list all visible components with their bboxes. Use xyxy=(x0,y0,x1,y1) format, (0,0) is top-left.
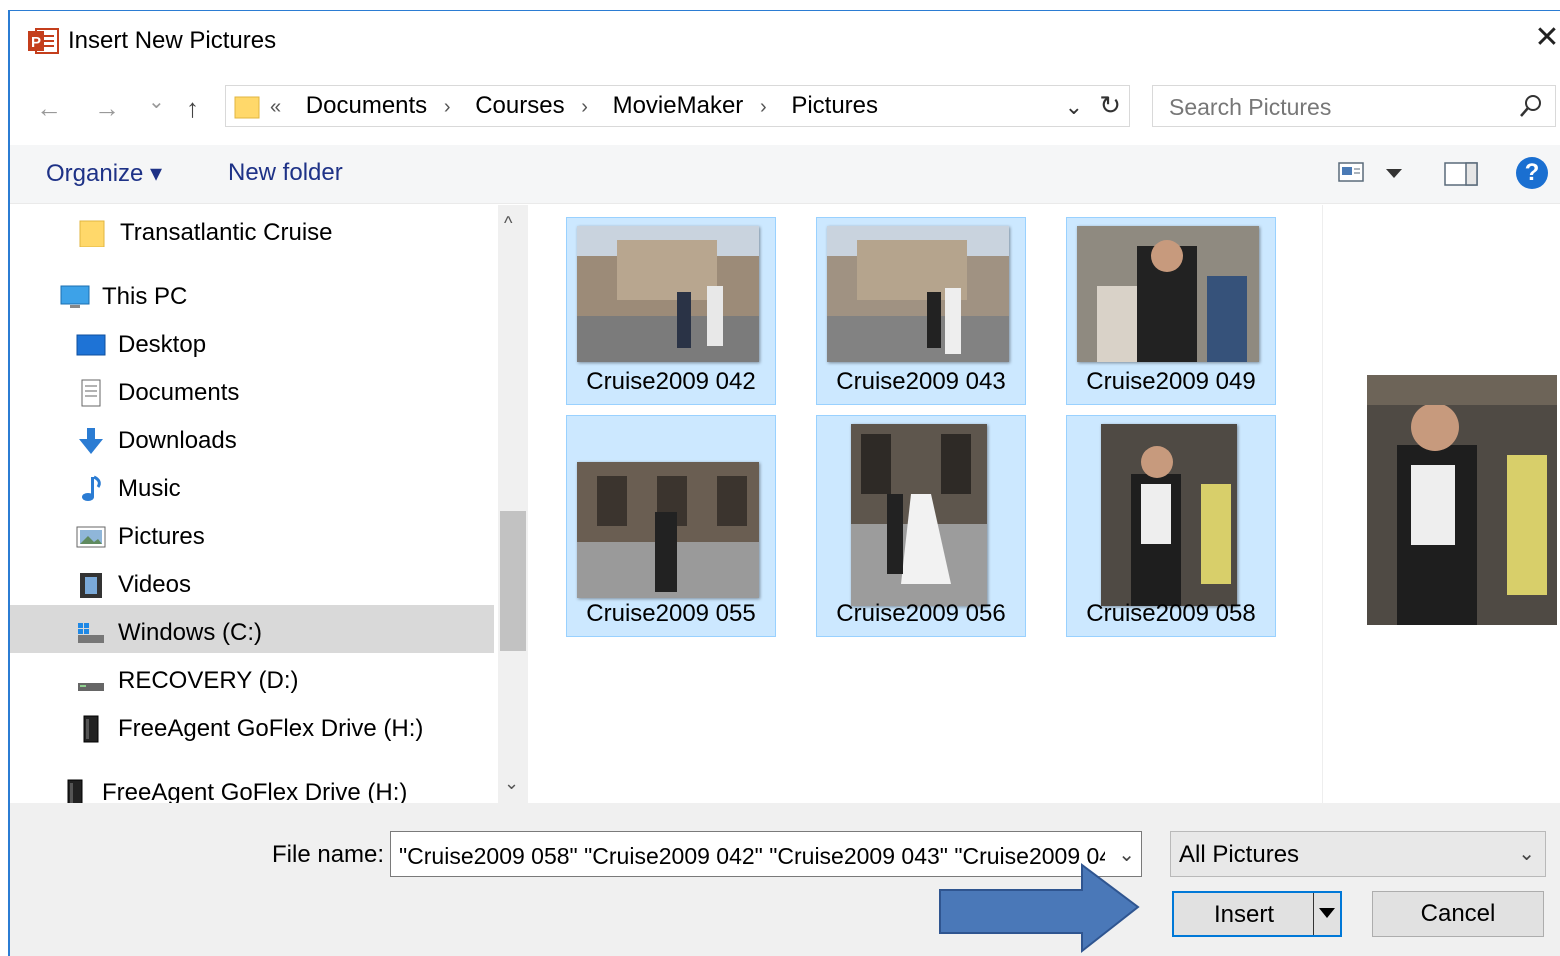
chevron-down-icon[interactable]: ⌄ xyxy=(1518,841,1535,866)
scroll-down-icon[interactable]: ⌄ xyxy=(504,773,519,794)
drive-c-icon xyxy=(78,623,104,643)
music-icon xyxy=(82,475,101,501)
file-tile-cruise2009-043[interactable]: Cruise2009 043 xyxy=(816,217,1026,405)
file-type-value: All Pictures xyxy=(1179,841,1300,868)
photo-thumbnail xyxy=(577,462,759,598)
preview-pane xyxy=(1322,205,1560,803)
computer-icon xyxy=(60,285,90,308)
title-bar: P Insert New Pictures ✕ xyxy=(10,11,1560,71)
insert-button[interactable]: Insert xyxy=(1172,891,1342,937)
file-tile-cruise2009-056[interactable]: Cruise2009 056 xyxy=(816,415,1026,637)
file-list: Cruise2009 042 Cruise2009 043 Cruise2009… xyxy=(532,205,1320,803)
folder-icon xyxy=(79,220,105,247)
chevron-right-icon[interactable]: › xyxy=(760,96,767,118)
forward-arrow-icon[interactable]: → xyxy=(94,93,120,124)
photo-thumbnail xyxy=(577,226,759,362)
sidebar-item-label: Music xyxy=(118,475,181,502)
navigation-pane: Transatlantic Cruise This PC Desktop Doc… xyxy=(10,205,498,803)
caret-down-icon xyxy=(1319,908,1335,918)
file-name-bar: File name: ⌄ All Pictures ⌄ Insert Cance… xyxy=(10,803,1560,956)
navigation-scrollbar[interactable]: ^ ⌄ xyxy=(498,205,528,803)
sidebar-item-label: This PC xyxy=(102,283,188,310)
sidebar-item-label: Downloads xyxy=(118,427,237,454)
chevron-down-icon[interactable]: ⌄ xyxy=(1065,94,1083,120)
file-type-filter[interactable]: All Pictures ⌄ xyxy=(1170,831,1546,877)
file-name-label: Cruise2009 049 xyxy=(1086,368,1256,395)
svg-text:P: P xyxy=(31,34,41,51)
photo-thumbnail xyxy=(1077,226,1259,362)
drive-d-icon xyxy=(78,683,104,691)
recent-locations-icon[interactable]: ⌄ xyxy=(148,89,165,114)
file-name-label: Cruise2009 055 xyxy=(586,600,756,627)
chevron-right-icon[interactable]: › xyxy=(444,96,451,118)
help-icon[interactable]: ? xyxy=(1516,157,1548,189)
sidebar-item-label: Videos xyxy=(118,571,191,598)
cancel-button[interactable]: Cancel xyxy=(1372,891,1544,937)
command-toolbar: Organize ▾ New folder ? xyxy=(10,145,1560,204)
external-drive-icon xyxy=(67,779,83,803)
file-name-label: Cruise2009 043 xyxy=(836,368,1006,395)
preview-pane-icon[interactable] xyxy=(1444,161,1478,187)
breadcrumb-pictures[interactable]: Pictures xyxy=(791,92,878,119)
downloads-icon xyxy=(79,428,103,454)
dialog-title: Insert New Pictures xyxy=(68,27,277,54)
powerpoint-icon: P xyxy=(28,28,59,54)
videos-icon xyxy=(80,573,102,598)
documents-icon xyxy=(81,379,101,407)
search-input[interactable] xyxy=(1167,92,1501,122)
refresh-icon[interactable]: ↻ xyxy=(1099,90,1121,121)
back-arrow-icon[interactable]: ← xyxy=(36,93,62,124)
sidebar-item-label: FreeAgent GoFlex Drive (H:) xyxy=(102,779,408,803)
sidebar-item-label: Windows (C:) xyxy=(118,619,263,646)
preview-image xyxy=(1367,375,1557,625)
overflow-chevron-icon[interactable]: « xyxy=(270,96,281,118)
new-folder-button[interactable]: New folder xyxy=(228,159,343,187)
photo-thumbnail xyxy=(827,226,1009,362)
sidebar-item-label: Desktop xyxy=(118,331,207,358)
photo-thumbnail xyxy=(851,424,987,606)
breadcrumb: « Documents › Courses › MovieMaker › Pic… xyxy=(270,92,888,120)
file-name-label: File name: xyxy=(272,841,385,868)
sidebar-item-label: Transatlantic Cruise xyxy=(120,219,333,246)
sidebar-item-label: FreeAgent GoFlex Drive (H:) xyxy=(118,715,424,742)
sidebar-item-label: Documents xyxy=(118,379,240,406)
insert-pictures-dialog: P Insert New Pictures ✕ ← → ⌄ ↑ « Docume… xyxy=(8,10,1560,956)
file-name-label: Cruise2009 042 xyxy=(586,368,756,395)
change-view-icon[interactable] xyxy=(1338,161,1366,185)
pictures-icon xyxy=(76,526,106,548)
organize-button[interactable]: Organize ▾ xyxy=(46,159,162,188)
scroll-up-icon[interactable]: ^ xyxy=(504,213,512,234)
sidebar-item-label: RECOVERY (D:) xyxy=(118,667,299,694)
chevron-right-icon[interactable]: › xyxy=(581,96,588,118)
insert-button-label: Insert xyxy=(1213,901,1275,928)
search-box[interactable] xyxy=(1152,85,1556,127)
file-name-label: Cruise2009 056 xyxy=(836,600,1006,627)
address-bar[interactable]: « Documents › Courses › MovieMaker › Pic… xyxy=(225,85,1130,127)
folder-icon xyxy=(234,96,260,119)
annotation-arrow-icon xyxy=(939,863,1140,954)
file-tile-cruise2009-058[interactable]: Cruise2009 058 xyxy=(1066,415,1276,637)
file-tile-cruise2009-055[interactable]: Cruise2009 055 xyxy=(566,415,776,637)
search-icon xyxy=(1520,95,1541,117)
breadcrumb-documents[interactable]: Documents xyxy=(306,92,427,119)
navigation-bar: ← → ⌄ ↑ « Documents › Courses › MovieMak… xyxy=(10,81,1560,131)
insert-options-dropdown[interactable] xyxy=(1313,893,1340,935)
desktop-icon xyxy=(76,334,106,356)
close-icon[interactable]: ✕ xyxy=(1532,23,1560,53)
scrollbar-thumb[interactable] xyxy=(500,511,526,651)
external-drive-icon xyxy=(83,715,99,743)
file-tile-cruise2009-042[interactable]: Cruise2009 042 xyxy=(566,217,776,405)
file-name-label: Cruise2009 058 xyxy=(1086,600,1256,627)
up-arrow-icon[interactable]: ↑ xyxy=(186,93,199,124)
breadcrumb-courses[interactable]: Courses xyxy=(475,92,564,119)
view-options-dropdown-icon[interactable] xyxy=(1386,169,1402,179)
breadcrumb-moviemaker[interactable]: MovieMaker xyxy=(613,92,744,119)
photo-thumbnail xyxy=(1101,424,1237,606)
file-tile-cruise2009-049[interactable]: Cruise2009 049 xyxy=(1066,217,1276,405)
sidebar-item-label: Pictures xyxy=(118,523,205,550)
